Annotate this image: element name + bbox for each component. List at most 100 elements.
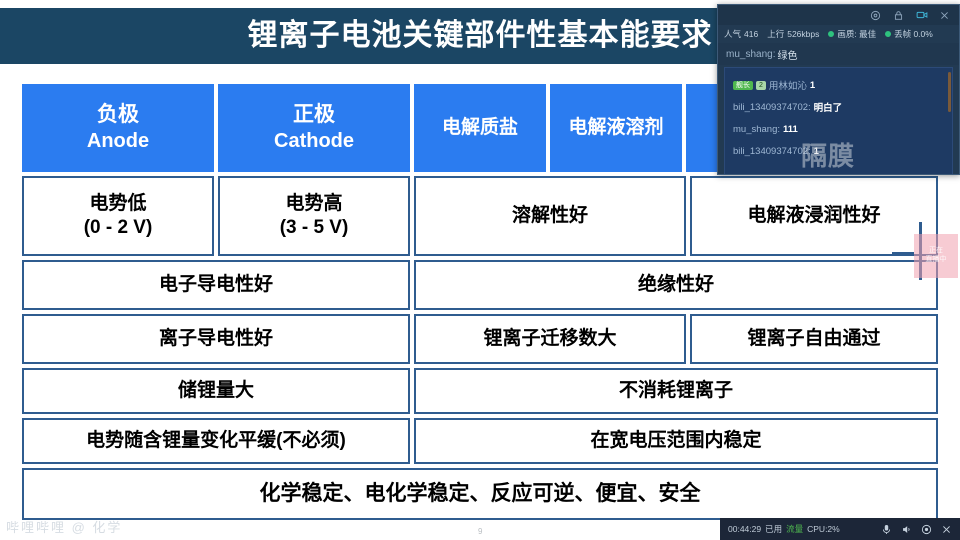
close-icon[interactable] xyxy=(941,524,952,535)
status-bar-icons xyxy=(881,524,952,535)
table-row: 电子导电性好 绝缘性好 xyxy=(22,260,938,310)
table-cell: 溶解性好 xyxy=(414,176,686,256)
microphone-icon[interactable] xyxy=(881,524,892,535)
lock-icon[interactable] xyxy=(892,9,905,22)
upload-value: 526kbps xyxy=(787,29,820,39)
speaker-icon[interactable] xyxy=(901,524,912,535)
cell-main-label: 绝缘性好 xyxy=(637,273,714,295)
live-stream-panel[interactable]: 人气 416 上行 526kbps 画质: 最佳 丢帧 0.0% mu_shan… xyxy=(717,4,960,175)
header-sub-label: Cathode xyxy=(274,129,354,152)
table-row: 电势随含锂量变化平缓(不必须) 在宽电压范围内稳定 xyxy=(22,418,938,464)
status-text-group: 00:44:29 已用 流量 CPU:2% xyxy=(728,523,840,535)
cell-main-label: 不消耗锂离子 xyxy=(618,379,733,401)
cell-main-label: 电子导电性好 xyxy=(158,273,273,295)
settings-icon[interactable] xyxy=(869,9,882,22)
screen-root: 锂离子电池关键部件性基本能要求 负极 Anode 正极 Cathode 电解质盐… xyxy=(0,0,960,540)
chat-message: 1 xyxy=(813,145,819,157)
table-row: 储锂量大 不消耗锂离子 xyxy=(22,368,938,414)
table-cell: 离子导电性好 xyxy=(22,314,410,364)
table-header-cell-electrolyte-salt: 电解质盐 xyxy=(414,84,546,172)
chat-message: 111 xyxy=(783,123,798,135)
table-header-cell-electrolyte-solvent: 电解液溶剂 xyxy=(550,84,682,172)
cell-sub-label: (3 - 5 V) xyxy=(279,217,349,238)
list-item: bili_13409374702: 明白了 xyxy=(733,96,946,118)
cpu-usage: CPU:2% xyxy=(807,524,840,534)
popularity-stat: 人气 416 xyxy=(724,28,758,40)
float-badge-line1: 正在 xyxy=(929,247,943,255)
chat-username: bili_13409374702: xyxy=(733,145,811,157)
list-item: mu_shang: 111 xyxy=(733,118,946,140)
list-item: 舰长 2 用林如沁 1 xyxy=(733,74,946,96)
record-icon[interactable] xyxy=(921,524,932,535)
status-dot-icon xyxy=(828,31,835,37)
framedrop-label: 丢帧 0.0% xyxy=(894,29,933,39)
chat-username: bili_13409374702: xyxy=(733,101,811,113)
header-main-label: 电解液溶剂 xyxy=(568,116,664,138)
chat-message: 1 xyxy=(809,79,816,91)
table-cell: 化学稳定、电化学稳定、反应可逆、便宜、安全 xyxy=(22,468,938,520)
latest-message-preview: mu_shang: 绿色 xyxy=(718,43,959,65)
popularity-value: 416 xyxy=(744,29,759,39)
table-cell: 在宽电压范围内稳定 xyxy=(414,418,938,464)
table-cell: 电子导电性好 xyxy=(22,260,410,310)
table-cell: 锂离子自由通过 xyxy=(690,314,938,364)
cell-main-label: 溶解性好 xyxy=(511,204,588,226)
table-cell: 电势低 (0 - 2 V) xyxy=(22,176,214,256)
list-item: bili_13409374702: 1 xyxy=(733,140,946,162)
chat-username: mu_shang: xyxy=(733,123,781,135)
cell-main-label: 在宽电压范围内稳定 xyxy=(590,429,762,451)
table-cell: 电势随含锂量变化平缓(不必须) xyxy=(22,418,410,464)
status-label: 已用 xyxy=(765,524,783,534)
elapsed-time: 00:44:29 xyxy=(728,524,762,534)
camera-icon[interactable] xyxy=(915,9,928,22)
popularity-label: 人气 xyxy=(724,29,742,39)
header-main-label: 负极 xyxy=(97,102,139,126)
table-row: 化学稳定、电化学稳定、反应可逆、便宜、安全 xyxy=(22,468,938,520)
close-icon[interactable] xyxy=(938,9,951,22)
table-cell: 电解液浸润性好 xyxy=(690,176,938,256)
float-badge-line2: 直播中 xyxy=(925,256,947,263)
chat-message: 明白了 xyxy=(813,103,843,114)
table-cell: 电势高 (3 - 5 V) xyxy=(218,176,410,256)
table-header-cell-cathode: 正极 Cathode xyxy=(218,84,410,172)
live-status-float-badge[interactable]: 正在 直播中 xyxy=(914,234,958,278)
quality-stat: 画质: 最佳 xyxy=(828,28,876,40)
cell-main-label: 化学稳定、电化学稳定、反应可逆、便宜、安全 xyxy=(259,481,701,505)
table-cell: 锂离子迁移数大 xyxy=(414,314,686,364)
watermark-bottom-left: 哔哩哔哩 @ 化学 xyxy=(6,520,123,535)
table-cell: 储锂量大 xyxy=(22,368,410,414)
cell-main-label: 离子导电性好 xyxy=(158,327,273,349)
slide-page-number: 9 xyxy=(478,527,483,536)
table-header-cell-anode: 负极 Anode xyxy=(22,84,214,172)
header-main-label: 电解质盐 xyxy=(441,116,518,138)
framedrop-stat: 丢帧 0.0% xyxy=(885,28,933,40)
header-sub-label: Anode xyxy=(86,129,150,152)
cell-main-label: 电势随含锂量变化平缓(不必须) xyxy=(86,429,346,451)
cell-main-label: 电势低 xyxy=(89,192,147,214)
latest-message-user: mu_shang: xyxy=(726,48,776,60)
level-badge: 2 xyxy=(756,80,766,90)
chat-username: 用林如沁 xyxy=(768,81,807,92)
upload-label: 上行 xyxy=(767,29,785,39)
live-panel-titlebar[interactable] xyxy=(718,5,959,25)
table-row: 电势低 (0 - 2 V) 电势高 (3 - 5 V) 溶解性好 电解液浸润性好 xyxy=(22,176,938,256)
status-highlight: 流量 xyxy=(786,524,804,534)
chat-message-list[interactable]: 隔膜 舰长 2 用林如沁 1 bili_13409374702: 明白了 mu_… xyxy=(724,67,953,174)
table-cell: 绝缘性好 xyxy=(414,260,938,310)
latest-message-text: 绿色 xyxy=(777,50,798,62)
cell-main-label: 锂离子自由通过 xyxy=(747,327,881,349)
cell-sub-label: (0 - 2 V) xyxy=(83,217,153,238)
cell-main-label: 电势高 xyxy=(285,192,343,214)
captain-badge: 舰长 xyxy=(733,80,753,90)
live-stats-bar: 人气 416 上行 526kbps 画质: 最佳 丢帧 0.0% xyxy=(718,25,959,43)
table-cell: 不消耗锂离子 xyxy=(414,368,938,414)
cell-main-label: 储锂量大 xyxy=(177,379,254,401)
cell-main-label: 电解液浸润性好 xyxy=(747,204,881,226)
annotation-line-horizontal xyxy=(892,252,914,255)
cell-main-label: 锂离子迁移数大 xyxy=(483,327,617,349)
quality-label: 画质: 最佳 xyxy=(837,29,877,39)
live-bottom-status-bar[interactable]: 00:44:29 已用 流量 CPU:2% xyxy=(720,518,960,540)
table-row: 离子导电性好 锂离子迁移数大 锂离子自由通过 xyxy=(22,314,938,364)
header-main-label: 正极 xyxy=(293,102,335,126)
chat-scrollbar[interactable] xyxy=(948,72,951,112)
